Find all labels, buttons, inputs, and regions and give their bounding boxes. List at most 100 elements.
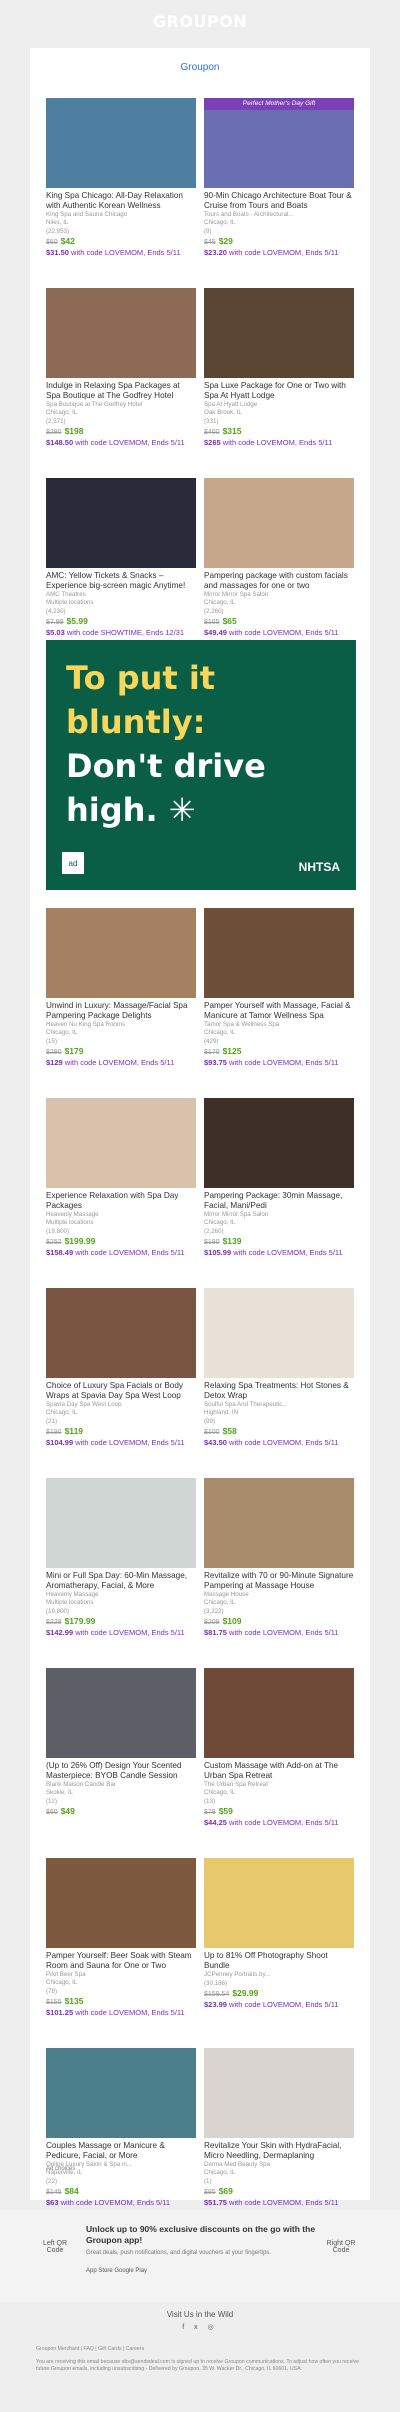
promo-price: $104.99 with code LOVEMOM, Ends 5/11	[46, 1438, 196, 1447]
deal-title[interactable]: King Spa Chicago: All-Day Relaxation wit…	[46, 191, 196, 211]
app-store-badges[interactable]: App Store Google Play	[86, 2268, 147, 2274]
deal-title[interactable]: Mini or Full Spa Day: 60-Min Massage, Ar…	[46, 1571, 196, 1591]
deal-title[interactable]: Experience Relaxation with Spa Day Packa…	[46, 1191, 196, 1211]
deal-image[interactable]	[204, 1098, 354, 1188]
deal-price: $229 $179.99	[46, 1616, 196, 1626]
deal-price: $155 $135	[46, 1996, 196, 2006]
groupon-logo[interactable]: Groupon	[181, 62, 220, 73]
deal-card[interactable]: Perfect Mother's Day Gift 90-Min Chicago …	[204, 98, 354, 288]
social-icons[interactable]: f x ◎	[0, 2323, 400, 2331]
deal-image[interactable]	[46, 1668, 196, 1758]
deal-image[interactable]	[46, 1288, 196, 1378]
deal-title[interactable]: Choice of Luxury Spa Facials or Body Wra…	[46, 1381, 196, 1401]
promo-amount: $63	[46, 2198, 59, 2207]
original-price: $145	[46, 2189, 62, 2196]
deal-image[interactable]	[46, 908, 196, 998]
deal-title[interactable]: (Up to 26% Off) Design Your Scented Mast…	[46, 1761, 196, 1781]
deal-image[interactable]	[204, 908, 354, 998]
rating-count: (9)	[204, 228, 212, 235]
deal-title[interactable]: Pampering package with custom facials an…	[204, 571, 354, 591]
deal-title[interactable]: Indulge in Relaxing Spa Packages at Spa …	[46, 381, 196, 401]
deal-price: $60 $42	[46, 236, 196, 246]
promo-price: $105.99 with code LOVEMOM, Ends 5/11	[204, 1248, 354, 1257]
deal-image[interactable]	[204, 478, 354, 568]
deal-title[interactable]: Spa Luxe Package for One or Two with Spa…	[204, 381, 354, 401]
deal-title[interactable]: AMC: Yellow Tickets & Snacks – Experienc…	[46, 571, 196, 591]
rating-count: (15)	[46, 1038, 58, 1045]
deal-price: $95 $69	[204, 2186, 354, 2196]
deal-title[interactable]: Revitalize with 70 or 90-Minute Signatur…	[204, 1571, 354, 1591]
ad-choices-image[interactable]: Ad choices	[46, 2166, 75, 2172]
deals-grid-bottom: Unwind in Luxury: Massage/Facial Spa Pam…	[46, 908, 354, 2238]
deal-title[interactable]: Pamper Yourself with Massage, Facial & M…	[204, 1001, 354, 1021]
deal-card[interactable]: Spa Luxe Package for One or Two with Spa…	[204, 288, 354, 478]
deal-title[interactable]: Pamper Yourself: Beer Soak with Steam Ro…	[46, 1951, 196, 1971]
promo-amount: $105.99	[204, 1248, 232, 1257]
deal-card[interactable]: Relaxing Spa Treatments: Hot Stones & De…	[204, 1288, 354, 1478]
promo-amount: $81.75	[204, 1628, 227, 1637]
promo-price: $23.20 with code LOVEMOM, Ends 5/11	[204, 248, 354, 257]
deal-card[interactable]: Indulge in Relaxing Spa Packages at Spa …	[46, 288, 196, 478]
deal-merchant: Spavia Day Spa West Loop	[46, 1401, 122, 1408]
deal-title[interactable]: Couples Massage or Manicure & Pedicure, …	[46, 2141, 196, 2161]
groupon-brand[interactable]: GROUPON	[153, 12, 247, 31]
deal-image[interactable]	[204, 288, 354, 378]
deal-card[interactable]: Pampering Package: 30min Massage, Facial…	[204, 1098, 354, 1288]
deal-image[interactable]	[46, 1478, 196, 1568]
promo-amount: $23.99	[204, 2000, 227, 2009]
deal-location: Multiple locations	[46, 599, 94, 606]
deal-image[interactable]	[46, 98, 196, 188]
deal-card[interactable]: Experience Relaxation with Spa Day Packa…	[46, 1098, 196, 1288]
rating-count: (429)	[204, 1038, 219, 1045]
deal-image[interactable]	[46, 2048, 196, 2138]
deal-image[interactable]	[46, 1858, 196, 1948]
sale-price: $119	[64, 1426, 84, 1436]
sale-price: $49	[60, 1806, 75, 1816]
deal-location: Chicago, IL	[204, 1789, 236, 1796]
original-price: $60	[46, 239, 58, 246]
deal-card[interactable]: Revitalize with 70 or 90-Minute Signatur…	[204, 1478, 354, 1668]
deal-card[interactable]: Unwind in Luxury: Massage/Facial Spa Pam…	[46, 908, 196, 1098]
deal-image[interactable]	[46, 288, 196, 378]
deal-image[interactable]	[46, 478, 196, 568]
deal-card[interactable]: (Up to 26% Off) Design Your Scented Mast…	[46, 1668, 196, 1858]
deal-image[interactable]	[46, 1098, 196, 1188]
deal-card[interactable]: Mini or Full Spa Day: 60-Min Massage, Ar…	[46, 1478, 196, 1668]
deal-title[interactable]: 90-Min Chicago Architecture Boat Tour & …	[204, 191, 354, 211]
deal-location: Chicago, IL	[204, 2169, 236, 2176]
deal-image[interactable]	[204, 1288, 354, 1378]
deal-merchant: Pilot Beer Spa	[46, 1971, 86, 1978]
deal-title[interactable]: Up to 81% Off Photography Shoot Bundle	[204, 1951, 354, 1971]
rating-count: (4,230)	[46, 608, 66, 615]
deal-title[interactable]: Revitalize Your Skin with HydraFacial, M…	[204, 2141, 354, 2161]
ad-line-2: bluntly:	[66, 703, 206, 741]
deal-card[interactable]: Pamper Yourself: Beer Soak with Steam Ro…	[46, 1858, 196, 2048]
promo-amount: $93.75	[204, 1058, 227, 1067]
deal-merchant: Tours and Boats - Architectural...	[204, 211, 294, 218]
deal-card[interactable]: Pamper Yourself with Massage, Facial & M…	[204, 908, 354, 1098]
sale-price: $179	[64, 1046, 84, 1056]
deal-title[interactable]: Pampering Package: 30min Massage, Facial…	[204, 1191, 354, 1211]
original-price: $100	[204, 1429, 220, 1436]
deal-image[interactable]: Perfect Mother's Day Gift	[204, 98, 354, 188]
deal-merchant: Spa At Hyatt Lodge	[204, 401, 258, 408]
promo-code-text: with code LOVEMOM, Ends 5/11	[229, 1438, 339, 1447]
ad-line-4: high. ✳	[66, 791, 196, 829]
deal-location: Niles, IL	[46, 219, 69, 226]
deal-image[interactable]	[204, 2048, 354, 2138]
deal-card[interactable]: Choice of Luxury Spa Facials or Body Wra…	[46, 1288, 196, 1478]
deal-price: $209 $109	[204, 1616, 354, 1626]
deal-card[interactable]: Custom Massage with Add-on at The Urban …	[204, 1668, 354, 1858]
deal-title[interactable]: Unwind in Luxury: Massage/Facial Spa Pam…	[46, 1001, 196, 1021]
deal-image[interactable]	[204, 1858, 354, 1948]
nhtsa-ad[interactable]: To put it bluntly: Don't drive high. ✳ a…	[46, 640, 356, 890]
deal-title[interactable]: Relaxing Spa Treatments: Hot Stones & De…	[204, 1381, 354, 1401]
deal-card[interactable]: King Spa Chicago: All-Day Relaxation wit…	[46, 98, 196, 288]
promo-amount: $51.75	[204, 2198, 227, 2207]
deal-title[interactable]: Custom Massage with Add-on at The Urban …	[204, 1761, 354, 1781]
deal-image[interactable]	[204, 1478, 354, 1568]
footer-links[interactable]: Groupon Merchant | FAQ | Gift Cards | Ca…	[36, 2346, 366, 2353]
deal-image[interactable]	[204, 1668, 354, 1758]
deal-merchant: Mirror Mirror Spa Salon	[204, 591, 269, 598]
deal-card[interactable]: Up to 81% Off Photography Shoot Bundle JC…	[204, 1858, 354, 2048]
